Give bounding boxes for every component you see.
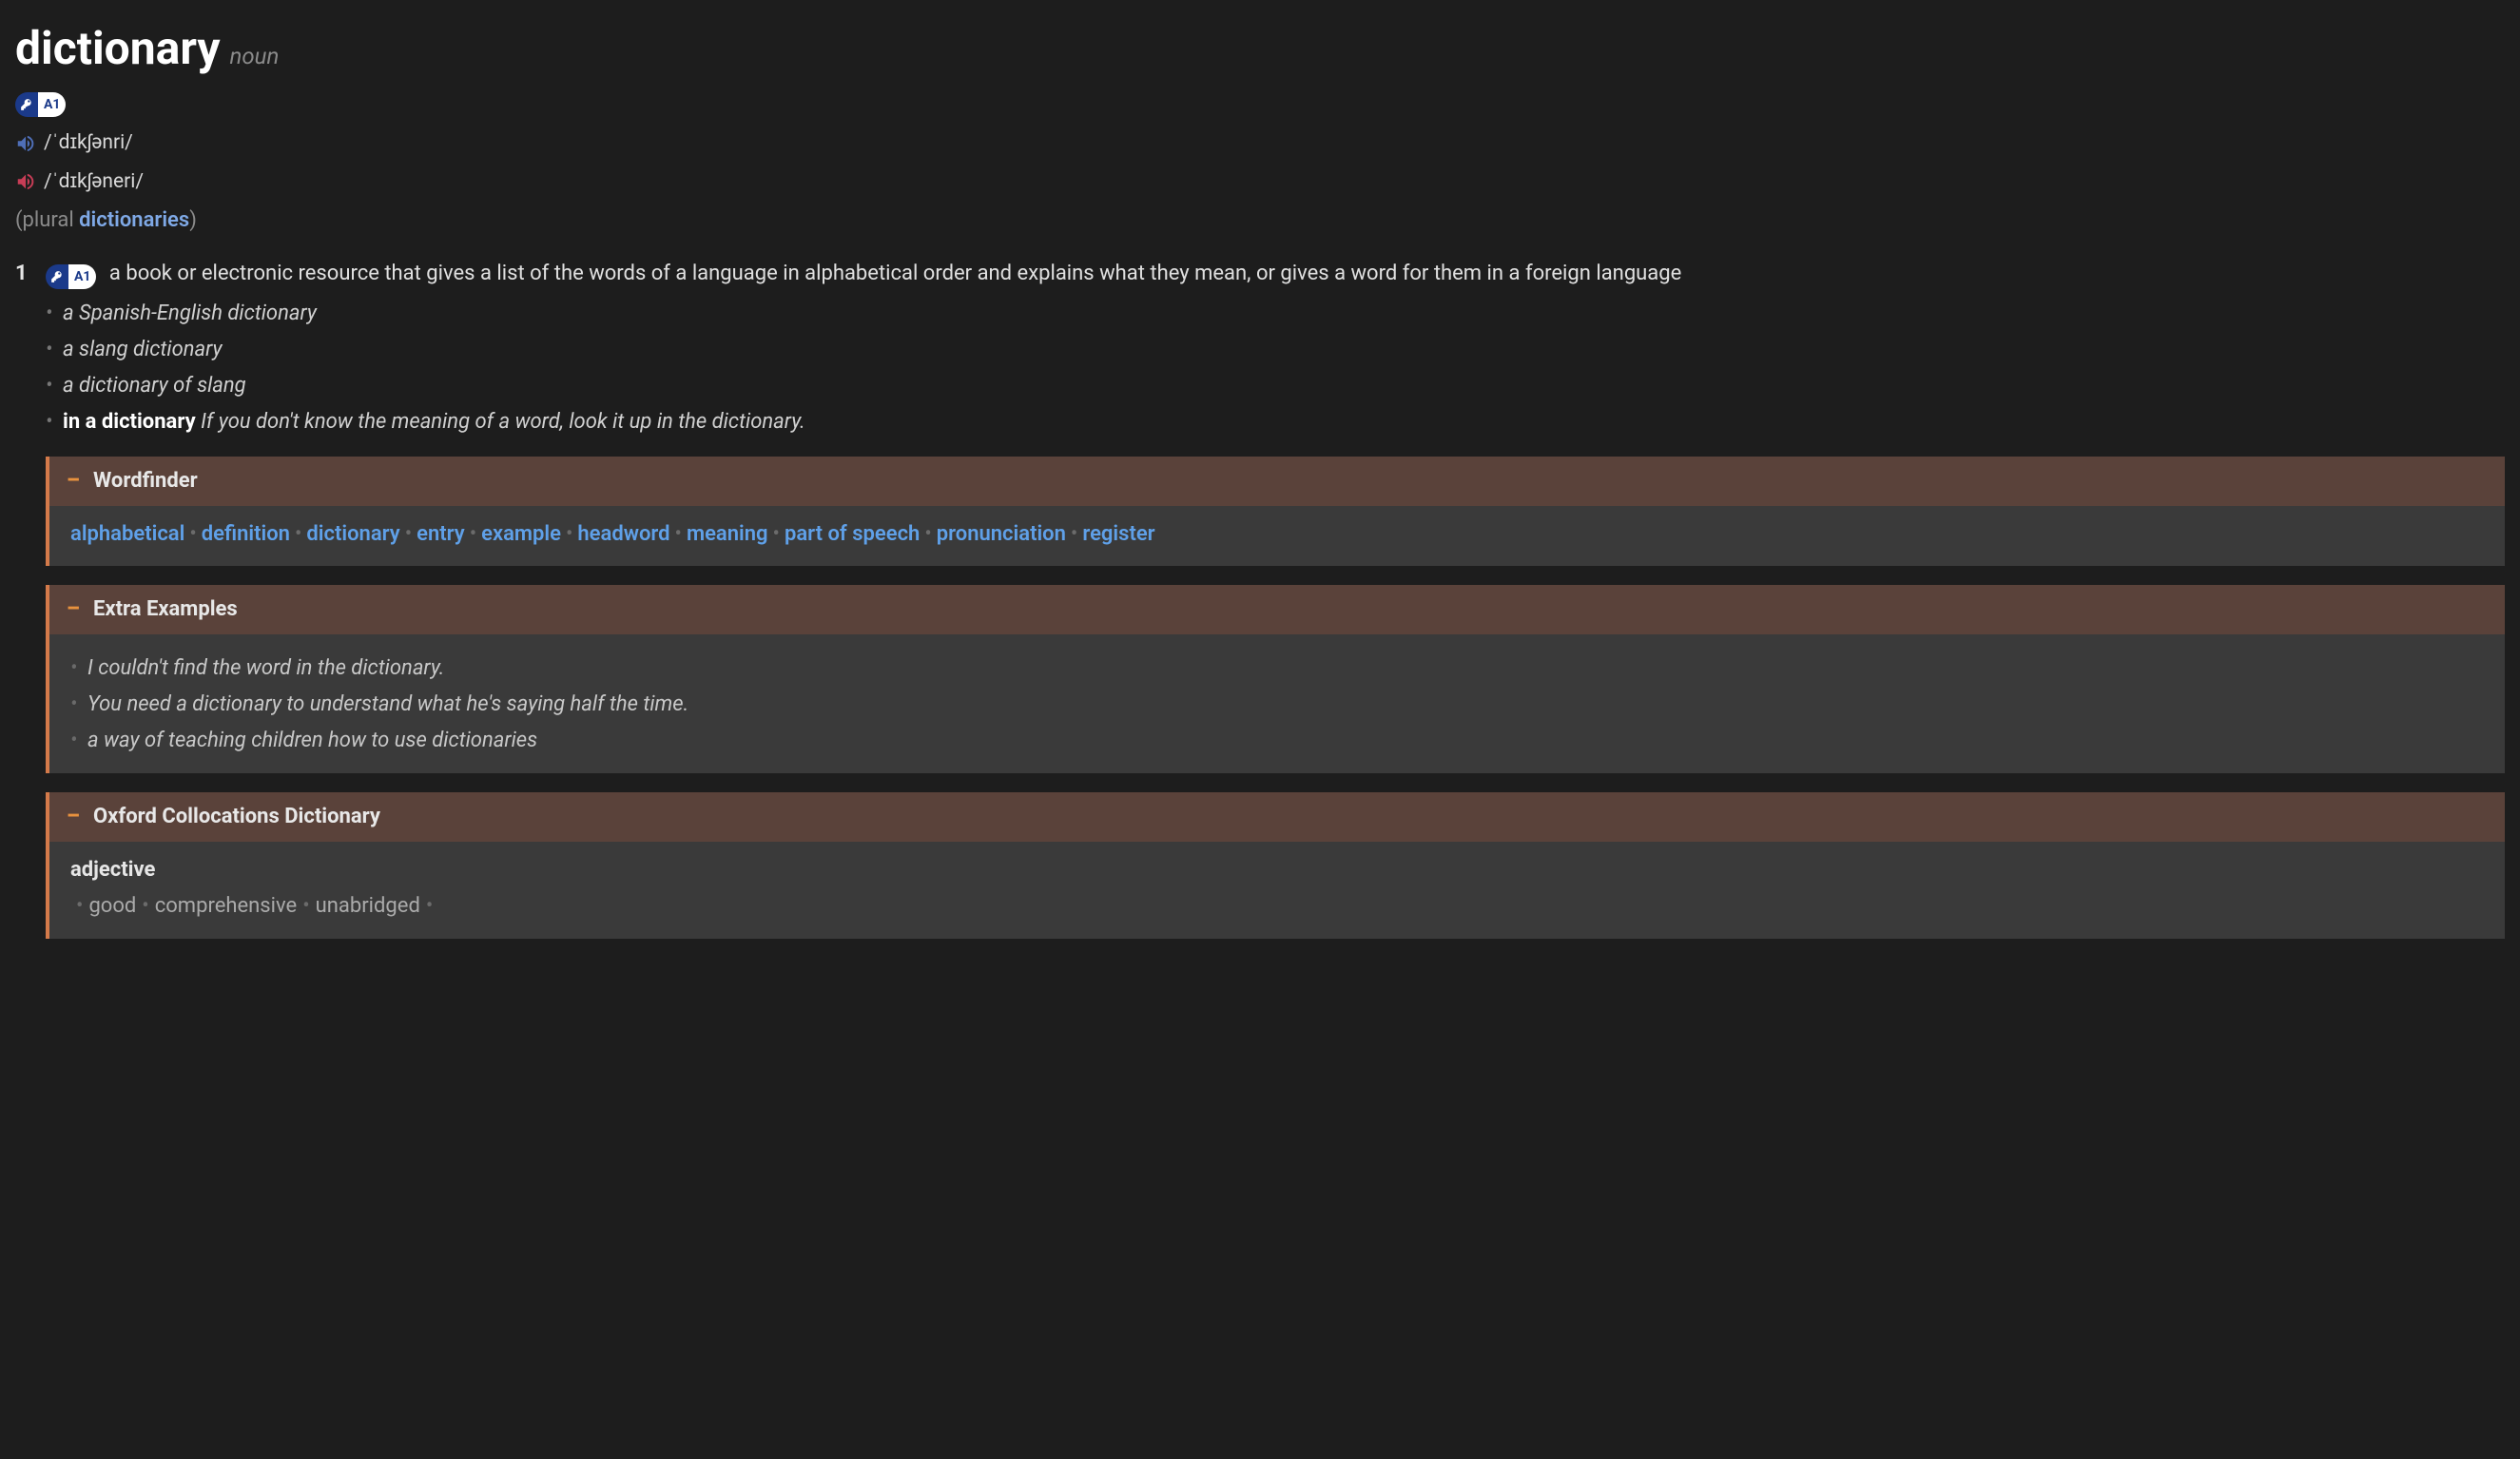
wordfinder-link[interactable]: entry	[417, 522, 465, 546]
audio-uk-icon[interactable]	[15, 133, 36, 154]
wordfinder-link[interactable]: alphabetical	[70, 522, 184, 546]
example-item: in a dictionary If you don't know the me…	[46, 407, 2505, 438]
collocation-item: unabridged	[316, 894, 420, 918]
sense-number: 1	[15, 259, 32, 289]
example-text: If you don't know the meaning of a word,…	[201, 410, 805, 434]
separator-dot: •	[290, 522, 306, 546]
cefr-level: A1	[38, 92, 66, 117]
wordfinder-toggle[interactable]: – Wordfinder	[49, 457, 2505, 506]
key-icon	[46, 264, 68, 289]
wordfinder-link[interactable]: meaning	[687, 522, 768, 546]
extra-example-item: I couldn't find the word in the dictiona…	[70, 653, 2484, 684]
wordfinder-links: alphabetical•definition•dictionary•entry…	[70, 519, 2484, 550]
extra-examples-toggle[interactable]: – Extra Examples	[49, 585, 2505, 634]
example-item: a Spanish-English dictionary	[46, 299, 2505, 329]
cefr-level: A1	[68, 264, 96, 289]
cefr-badge[interactable]: A1	[15, 92, 66, 117]
extra-examples-panel: – Extra Examples I couldn't find the wor…	[46, 585, 2505, 773]
example-item: a slang dictionary	[46, 335, 2505, 365]
collocation-group-label: adjective	[70, 855, 2484, 885]
separator-dot: •	[920, 522, 936, 546]
inflection-prefix: (plural	[15, 208, 79, 232]
part-of-speech: noun	[230, 40, 280, 73]
collocations-toggle[interactable]: – Oxford Collocations Dictionary	[49, 792, 2505, 842]
separator-dot: •	[465, 522, 481, 546]
key-icon	[15, 92, 38, 117]
pronunciation-us: /ˈdɪkʃəneri/	[44, 167, 144, 196]
wordfinder-link[interactable]: dictionary	[306, 522, 399, 546]
wordfinder-link[interactable]: definition	[202, 522, 290, 546]
example-text: a Spanish-English dictionary	[63, 302, 317, 325]
separator-dot: •	[1066, 522, 1082, 546]
collocations-title: Oxford Collocations Dictionary	[93, 802, 380, 832]
collapse-icon: –	[67, 466, 82, 496]
wordfinder-link[interactable]: headword	[577, 522, 669, 546]
wordfinder-link[interactable]: pronunciation	[937, 522, 1066, 546]
separator-dot: •	[561, 522, 577, 546]
inflection: (plural dictionaries)	[15, 205, 2505, 236]
inflection-suffix: )	[189, 208, 197, 232]
cefr-badge-sense[interactable]: A1	[46, 264, 96, 289]
separator-dot: •	[184, 522, 201, 546]
definition: A1 a book or electronic resource that gi…	[46, 259, 2505, 289]
pronunciation-uk: /ˈdɪkʃənri/	[44, 128, 133, 157]
collocation-list: •good•comprehensive•unabridged•	[70, 891, 2484, 922]
headword: dictionary	[15, 15, 221, 82]
collapse-icon: –	[67, 802, 82, 832]
separator-dot: •	[768, 522, 785, 546]
definition-text: a book or electronic resource that gives…	[109, 262, 1681, 285]
extra-examples-title: Extra Examples	[93, 594, 238, 625]
collapse-icon: –	[67, 594, 82, 625]
audio-us-icon[interactable]	[15, 171, 36, 192]
extra-example-item: a way of teaching children how to use di…	[70, 726, 2484, 756]
example-item: a dictionary of slang	[46, 371, 2505, 401]
collocation-item: good	[88, 894, 136, 918]
separator-dot: •	[400, 522, 417, 546]
collocation-item: comprehensive	[155, 894, 297, 918]
example-cf: in a dictionary	[63, 410, 201, 434]
wordfinder-link[interactable]: register	[1082, 522, 1154, 546]
wordfinder-title: Wordfinder	[93, 466, 198, 496]
extra-example-item: You need a dictionary to understand what…	[70, 690, 2484, 720]
wordfinder-panel: – Wordfinder alphabetical•definition•dic…	[46, 457, 2505, 567]
example-text: a dictionary of slang	[63, 374, 246, 398]
collocations-panel: – Oxford Collocations Dictionary adjecti…	[46, 792, 2505, 939]
inflection-link[interactable]: dictionaries	[79, 208, 189, 232]
example-text: a slang dictionary	[63, 338, 223, 361]
separator-dot: •	[670, 522, 687, 546]
wordfinder-link[interactable]: part of speech	[785, 522, 920, 546]
wordfinder-link[interactable]: example	[481, 522, 561, 546]
